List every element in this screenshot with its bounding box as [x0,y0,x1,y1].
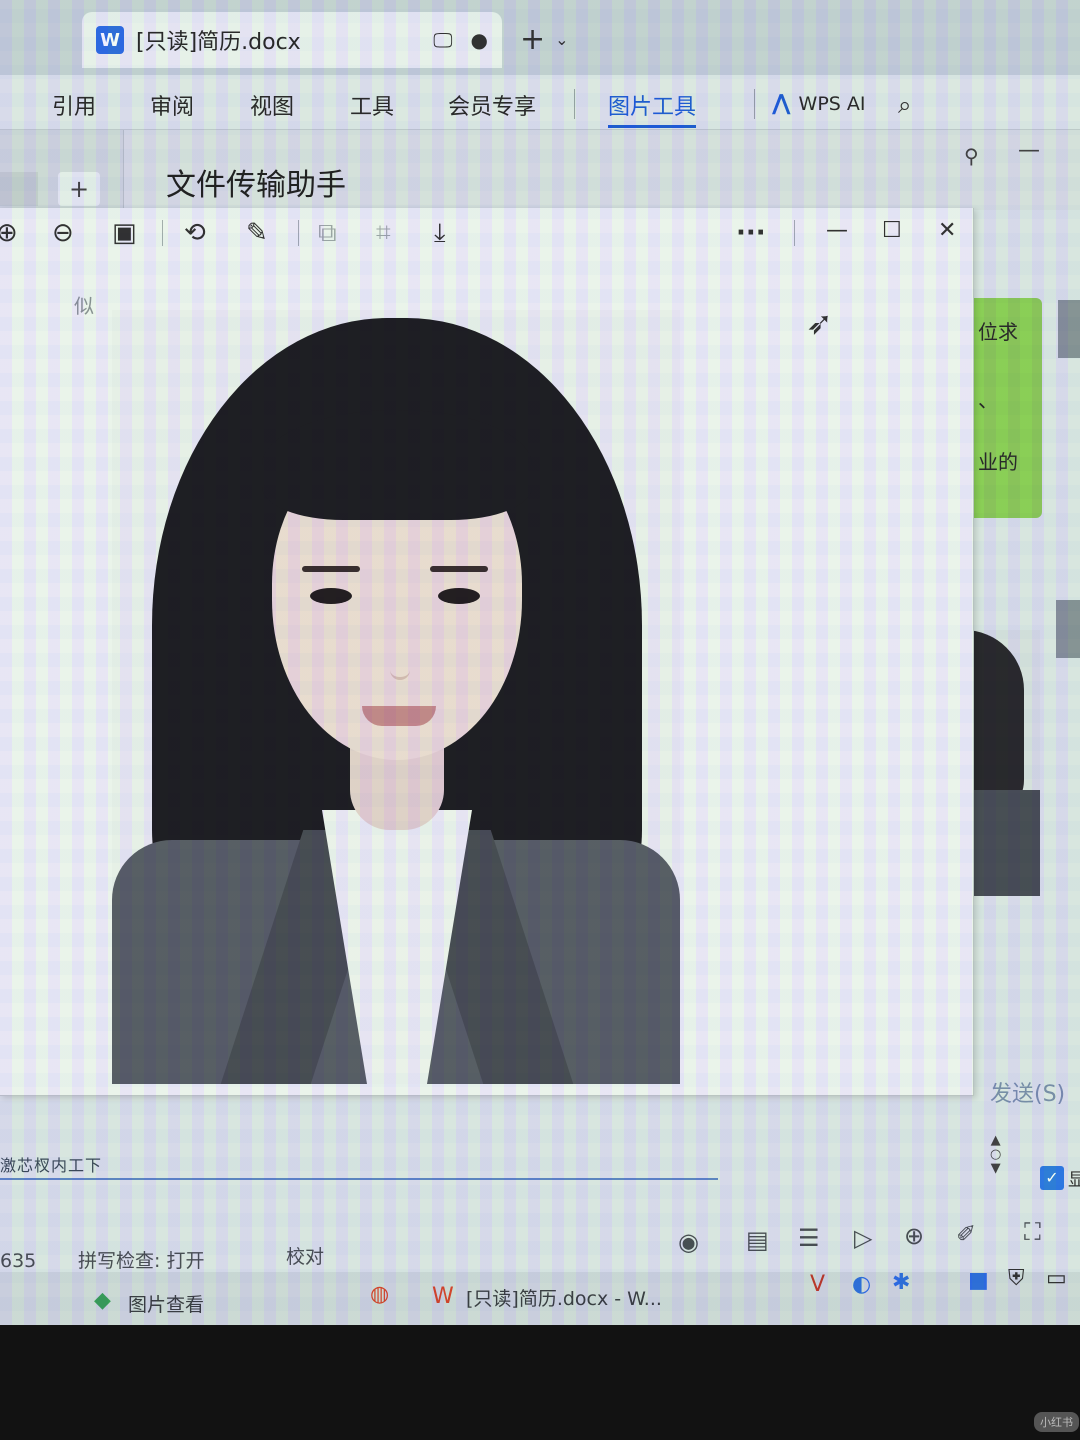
bluetooth-icon[interactable]: ✱ [892,1270,910,1295]
chat-minimize-button[interactable]: — [1018,138,1040,163]
more-options-button[interactable]: ··· [736,218,766,248]
taskbar-item-image-viewer[interactable]: 图片查看 [128,1290,204,1317]
ribbon-divider [574,89,575,119]
ribbon-divider [754,89,755,119]
image-viewer-app-icon: ◆ [94,1288,111,1313]
viewer-maximize-button[interactable]: ☐ [882,218,902,243]
checkbox-label: 显 [1068,1170,1080,1191]
search-icon[interactable]: ⌕ [898,91,911,119]
globe-icon[interactable]: ⊕ [904,1222,924,1250]
ribbon-tab-review[interactable]: 审阅 [150,89,194,121]
pen-icon[interactable]: ✐ [956,1220,976,1248]
chat-input-text[interactable]: 激芯杈内工下 [0,1152,102,1176]
image-viewer-window: ⊕ ⊖ ▣ ⟲ ✎ ⧉ ⌗ ⤓ ··· — ☐ ✕ 似 ➶ [0,208,974,1096]
fit-screen-icon[interactable]: ▣ [112,218,137,248]
bubble-line: 、 [978,388,998,412]
unsaved-dot-icon: ● [470,28,488,52]
wps-ai-label: WPS AI [798,92,866,115]
chat-input-underline [0,1178,718,1180]
scroll-handle[interactable]: ▲ ○ ▼ [990,1134,1001,1176]
battery-icon[interactable]: ▭ [1046,1266,1067,1291]
ribbon-tab-picture-tools[interactable]: 图片工具 [608,89,697,128]
send-button[interactable]: 发送(S) [990,1076,1065,1108]
wps-ai-logo-icon: ⋀ [772,91,791,116]
portrait-photo[interactable] [112,310,680,1084]
avatar [1056,600,1080,658]
crop-icon[interactable]: ⧉ [318,218,337,249]
document-tab[interactable]: W [只读]简历.docx 🖵 ● [82,12,502,68]
faint-text: 似 [74,294,94,318]
viewer-close-button[interactable]: ✕ [938,218,956,243]
chat-image-thumbnail[interactable] [974,630,1040,896]
pin-icon[interactable]: ⚲ [964,144,979,168]
watermark: 小红书 [1034,1412,1079,1432]
document-status-bar: 635 拼写检查: 打开 校对 ◉ ▤ ☰ ▷ ⊕ ✐ ⛶ [0,1218,1080,1273]
edit-icon[interactable]: ✎ [246,218,268,248]
wps-icon: W [432,1284,454,1309]
ribbon-tab-tools[interactable]: 工具 [350,89,394,121]
page-count: 635 [0,1250,37,1272]
viewer-minimize-button[interactable]: — [826,218,848,243]
checkbox[interactable]: ✓ [1040,1166,1064,1190]
document-tab-title: [只读]简历.docx [136,30,301,55]
ocr-icon[interactable]: ⌗ [376,218,391,249]
chat-title: 文件传输助手 [166,168,346,203]
page-view-icon[interactable]: ▤ [746,1226,769,1254]
outline-icon[interactable]: ☰ [798,1224,820,1252]
wps-writer-icon: W [96,26,124,54]
title-bar: W [只读]简历.docx 🖵 ● + ⌄ [0,0,1080,75]
fullscreen-icon[interactable]: ⛶ [1024,1218,1041,1246]
tray-browser-icon[interactable]: ◐ [852,1272,871,1297]
tray-app-icon[interactable]: V [810,1272,825,1297]
zoom-in-icon[interactable]: ⊕ [0,218,18,248]
ribbon-tab-references[interactable]: 引用 [52,89,96,121]
monitor-bezel [0,1325,1080,1440]
new-tab-button[interactable]: + [520,22,545,57]
chevron-down-icon[interactable]: ⌄ [555,30,568,49]
avatar [1058,300,1080,358]
bubble-line: 业的 [978,450,1018,474]
add-chat-button[interactable]: + [58,172,100,206]
eye-icon[interactable]: ◉ [678,1228,699,1256]
zoom-out-icon[interactable]: ⊖ [52,218,74,248]
mouse-cursor-icon: ➶ [806,304,833,342]
ribbon-tab-member[interactable]: 会员专享 [448,89,536,121]
play-icon[interactable]: ▷ [854,1224,872,1252]
chrome-icon[interactable]: ◍ [370,1282,389,1307]
download-icon[interactable]: ⤓ [434,218,446,249]
chat-window-header [0,130,1080,210]
bubble-line: 位求 [978,320,1018,344]
wps-ai-button[interactable]: ⋀ WPS AI [772,91,866,116]
taskbar-item-wps-document[interactable]: [只读]简历.docx - W... [466,1284,662,1311]
tray-security-icon[interactable]: ■ [968,1268,989,1293]
sidebar-item[interactable] [0,172,38,206]
ribbon-menu: 引用 审阅 视图 工具 会员专享 图片工具 ⋀ WPS AI ⌕ [0,75,1080,130]
chat-message-bubble: 位求 、 业的 [974,298,1042,518]
screen: W [只读]简历.docx 🖵 ● + ⌄ 引用 审阅 视图 工具 会员专享 图… [0,0,1080,1325]
shield-icon[interactable]: ⛨ [1008,1266,1025,1291]
taskbar: ◆ 图片查看 ◍ W [只读]简历.docx - W... V ◐ ✱ ■ ⛨ … [0,1266,1080,1325]
rotate-icon[interactable]: ⟲ [184,218,206,248]
monitor-icon[interactable]: 🖵 [433,28,452,52]
proofread-button[interactable]: 校对 [286,1242,324,1269]
spellcheck-toggle[interactable]: 拼写检查: 打开 [78,1246,204,1273]
viewer-toolbar: ⊕ ⊖ ▣ ⟲ ✎ ⧉ ⌗ ⤓ ··· — ☐ ✕ [0,208,974,260]
ribbon-tab-view[interactable]: 视图 [250,89,294,121]
